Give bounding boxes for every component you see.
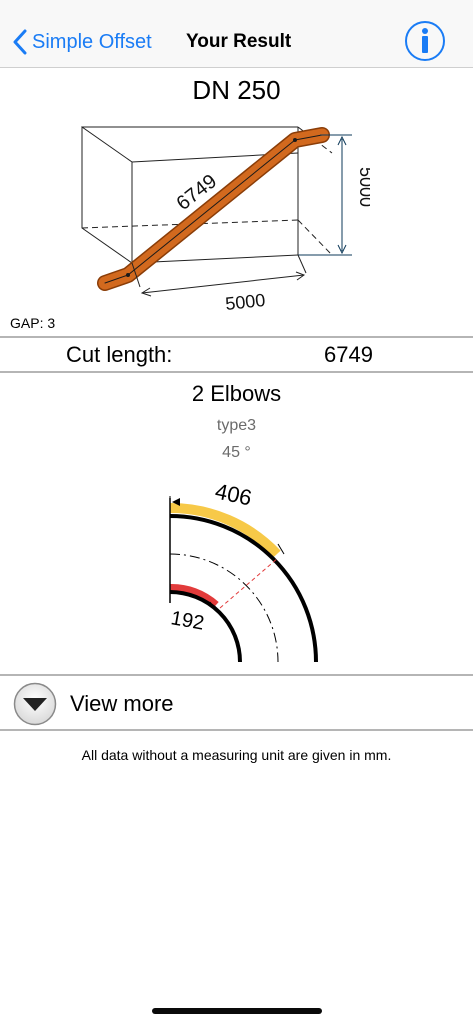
page-title: Your Result bbox=[186, 31, 292, 52]
info-icon[interactable] bbox=[405, 21, 445, 61]
width-label: 5000 bbox=[224, 290, 266, 314]
chevron-down-circle-icon bbox=[13, 682, 57, 726]
home-indicator[interactable] bbox=[152, 1008, 322, 1014]
elbows-title: 2 Elbows bbox=[191, 381, 282, 406]
outer-arc-length-label: 406 bbox=[213, 478, 254, 510]
divider bbox=[0, 729, 473, 731]
inner-arc-length-label: 192 bbox=[169, 607, 206, 634]
height-label: 5000 bbox=[356, 167, 370, 207]
divider bbox=[0, 674, 473, 676]
elbow-diagram: 406 192 bbox=[169, 478, 318, 663]
cut-length-label: Cut length: bbox=[66, 342, 173, 367]
view-more-button[interactable]: View more bbox=[0, 677, 473, 729]
back-button[interactable]: Simple Offset bbox=[12, 26, 152, 58]
elbow-type: type3 bbox=[216, 417, 257, 434]
divider bbox=[0, 336, 473, 338]
cut-length-row: Cut length: 6749 bbox=[0, 339, 473, 371]
cut-length-value: 6749 bbox=[324, 342, 373, 367]
elbow-angle: 45 ° bbox=[222, 444, 251, 461]
offset-diagram: 6749 5000 5000 bbox=[81, 126, 370, 314]
navigation-bar: Simple Offset Your Result bbox=[0, 0, 473, 68]
view-more-label: View more bbox=[70, 691, 174, 716]
units-note: All data without a measuring unit are gi… bbox=[81, 747, 392, 763]
divider bbox=[0, 371, 473, 373]
chevron-left-icon bbox=[13, 29, 27, 55]
gap-label: GAP: 3 bbox=[10, 315, 56, 331]
pipe-size-title: DN 250 bbox=[192, 75, 281, 105]
back-button-label: Simple Offset bbox=[32, 30, 152, 53]
